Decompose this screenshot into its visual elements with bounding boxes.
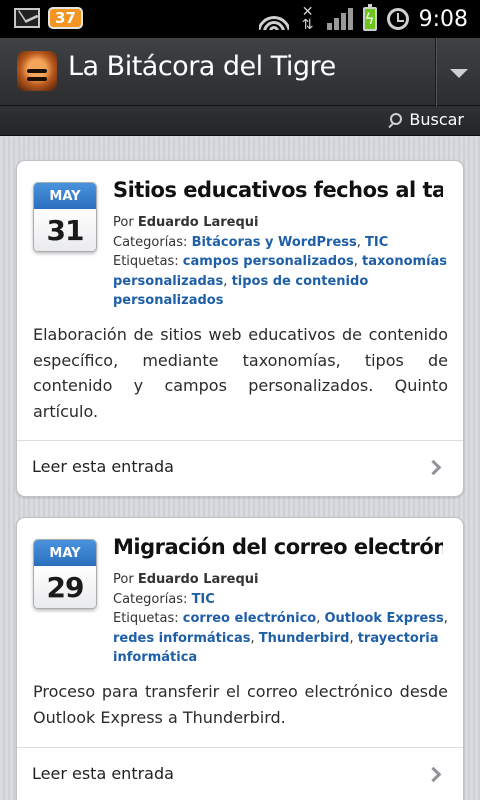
tags-line: Etiquetas: correo electrónico, Outlook E… <box>113 611 448 665</box>
author-line: Por Eduardo Larequi <box>113 213 448 233</box>
by-label: Por <box>113 572 134 587</box>
categories-line: Categorías: Bitácoras y WordPress, TIC <box>113 234 389 250</box>
battery-charging-icon <box>362 4 377 31</box>
read-more-label: Leer esta entrada <box>32 764 174 783</box>
post-title[interactable]: Sitios educativos fechos al taxo... <box>113 178 443 202</box>
date-day: 31 <box>34 209 96 251</box>
tag-link[interactable]: correo electrónico <box>183 611 316 626</box>
post-excerpt: Proceso para transferir el correo electr… <box>33 682 448 727</box>
date-badge: MAY 29 <box>33 539 97 609</box>
tag-link[interactable]: redes informáticas <box>113 631 251 646</box>
gmail-icon <box>14 8 40 28</box>
categories-label: Categorías: <box>113 234 188 250</box>
tiger-logo-icon[interactable] <box>17 51 57 91</box>
post-card: MAY 29 Migración del correo electrónic..… <box>16 517 464 800</box>
date-month: MAY <box>34 183 96 209</box>
search-button[interactable]: Buscar <box>388 110 464 129</box>
tag-link[interactable]: Thunderbird <box>259 631 350 646</box>
read-more-button[interactable]: Leer esta entrada <box>17 440 463 496</box>
post-title[interactable]: Migración del correo electrónic... <box>113 535 443 559</box>
post-card: MAY 31 Sitios educativos fechos al taxo.… <box>16 160 464 497</box>
by-label: Por <box>113 215 134 230</box>
categories-line: Categorías: TIC <box>113 590 448 610</box>
post-meta: Por Eduardo Larequi Categorías: TIC Etiq… <box>113 570 448 668</box>
author-name: Eduardo Larequi <box>137 215 259 230</box>
author-line: Por Eduardo Larequi <box>113 570 448 590</box>
tags-label: Etiquetas: <box>113 254 179 269</box>
author-name: Eduardo Larequi <box>137 572 259 587</box>
wifi-icon <box>258 8 289 30</box>
post-list[interactable]: MAY 31 Sitios educativos fechos al taxo.… <box>0 137 480 800</box>
tag-link[interactable]: campos personalizados <box>183 254 354 269</box>
alarm-icon <box>386 8 409 30</box>
app-title: La Bitácora del Tigre <box>68 51 336 82</box>
chevron-right-icon <box>425 459 442 476</box>
date-month: MAY <box>34 540 96 566</box>
chevron-right-icon <box>425 766 442 783</box>
category-link[interactable]: Bitácoras y WordPress <box>192 235 357 250</box>
app-bar: La Bitácora del Tigre <box>0 38 480 106</box>
category-link[interactable]: TIC <box>365 235 388 250</box>
search-label: Buscar <box>409 110 464 129</box>
read-more-label: Leer esta entrada <box>32 457 174 476</box>
tag-link[interactable]: Outlook Express <box>324 611 443 626</box>
search-bar: Buscar <box>0 106 480 136</box>
dropdown-triangle-icon <box>450 69 468 78</box>
tags-label: Etiquetas: <box>113 611 179 626</box>
notification-count-badge: 37 <box>48 7 83 29</box>
post-meta: Por Eduardo Larequi Categorías: Bitácora… <box>113 213 448 311</box>
menu-dropdown-button[interactable] <box>435 38 480 106</box>
date-badge: MAY 31 <box>33 182 97 252</box>
category-link[interactable]: TIC <box>192 592 215 607</box>
date-day: 29 <box>34 566 96 608</box>
search-icon <box>388 112 403 127</box>
status-bar: 37 ✕⇅ 9:08 <box>0 0 480 38</box>
post-excerpt: Elaboración de sitios web educativos de … <box>33 325 448 421</box>
status-time: 9:08 <box>418 6 468 32</box>
signal-icon <box>326 8 353 30</box>
tags-line: Etiquetas: campos personalizados, taxono… <box>113 254 448 308</box>
categories-label: Categorías: <box>113 591 188 607</box>
read-more-button[interactable]: Leer esta entrada <box>17 747 463 800</box>
data-arrows-icon: ✕ ⇅ <box>301 4 314 33</box>
